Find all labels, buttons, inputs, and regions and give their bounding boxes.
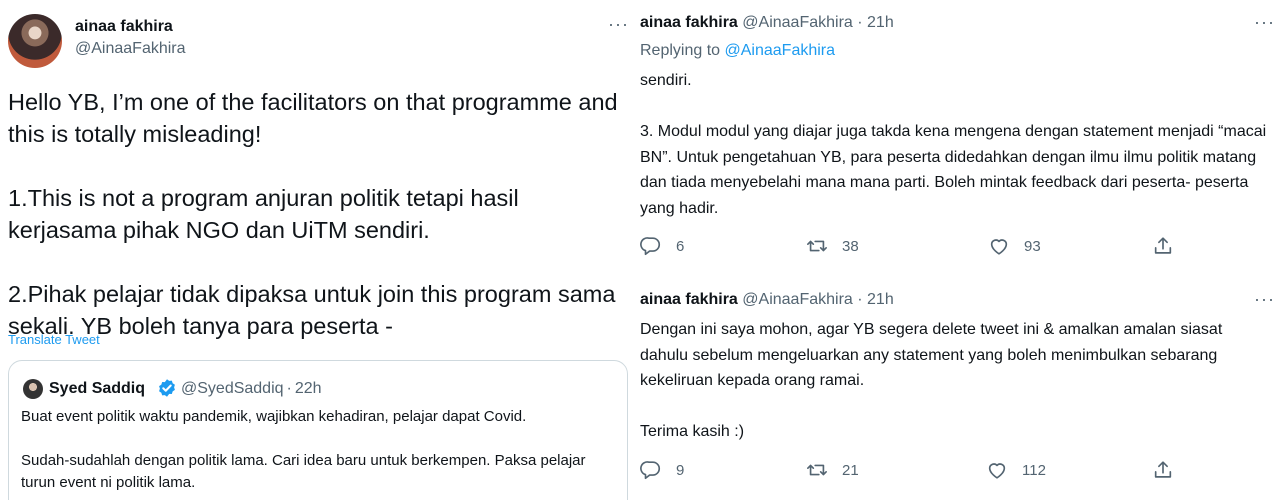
like-icon [990,239,1008,255]
author-name[interactable]: ainaa fakhira [640,291,738,308]
tweet-text: sendiri. 3. Modul modul yang diajar juga… [640,72,1267,217]
tweet-paragraph: Hello YB, I’m one of the facilitators on… [8,89,625,147]
quoted-author-handle: @SyedSaddiq [181,380,284,397]
like-button[interactable]: 93 [988,235,1041,257]
tweet-header: ainaa fakhira @AinaaFakhira · 21h [640,291,894,309]
more-icon[interactable]: ··· [1254,289,1275,310]
retweet-button[interactable]: 21 [806,459,859,481]
reply-count: 6 [676,237,685,255]
share-icon [1154,237,1172,254]
timestamp[interactable]: 21h [867,14,894,31]
left-tweet: ainaa fakhira @AinaaFakhira ··· Hello YB… [0,0,628,500]
tweet-actions: 9 21 112 [640,459,1260,483]
retweet-count: 21 [842,461,859,479]
right-thread: ainaa fakhira @AinaaFakhira · 21h ··· Re… [630,0,1280,500]
reply-count: 9 [676,461,685,479]
retweet-button[interactable]: 38 [806,235,859,257]
author-handle[interactable]: @AinaaFakhira [742,291,853,308]
retweet-icon [807,240,827,252]
share-icon [1154,461,1172,478]
avatar[interactable] [8,14,62,68]
like-count: 93 [1024,237,1041,255]
quoted-tweet[interactable]: Syed Saddiq @SyedSaddiq · 22h Buat event p… [8,360,628,500]
tweet-header: ainaa fakhira @AinaaFakhira · 21h [640,14,894,32]
translate-tweet-link[interactable]: Translate Tweet [8,332,100,347]
more-icon[interactable]: ··· [608,14,628,35]
author-handle[interactable]: @AinaaFakhira [742,14,853,31]
replying-to-link[interactable]: @AinaaFakhira [725,42,836,59]
reply-button[interactable]: 6 [640,235,684,257]
quoted-meta: @SyedSaddiq · 22h [181,380,322,398]
tweet-actions: 6 38 93 [640,235,1260,259]
tweet-paragraph: 2.Pihak pelajar tidak dipaksa untuk join… [8,281,622,339]
meta-separator: · [857,14,863,31]
share-button[interactable] [1152,235,1174,257]
replying-prefix: Replying to [640,42,725,59]
verified-badge-icon [159,379,175,397]
author-name[interactable]: ainaa fakhira [75,18,173,36]
like-count: 112 [1022,461,1046,479]
author-handle[interactable]: @AinaaFakhira [75,40,186,58]
author-name[interactable]: ainaa fakhira [640,14,738,31]
tweet-body: Hello YB, I’m one of the facilitators on… [8,86,623,342]
reply-icon [640,461,661,480]
quoted-author-name: Syed Saddiq [49,380,146,397]
like-button[interactable]: 112 [986,459,1046,481]
meta-separator: · [857,291,863,308]
meta-separator: · [286,380,292,397]
tweet-paragraph: 1.This is not a program anjuran politik … [8,185,526,243]
quoted-paragraph: Buat event politik waktu pandemik, wajib… [21,408,527,425]
share-button[interactable] [1152,459,1174,481]
tweet-text: Dengan ini saya mohon, agar YB segera de… [640,321,1223,440]
timestamp[interactable]: 21h [867,291,894,308]
reply-button[interactable]: 9 [640,459,684,481]
quoted-paragraph: Sudah-sudahlah dengan politik lama. Cari… [21,452,590,491]
retweet-icon [807,464,827,476]
quoted-avatar [23,379,43,399]
retweet-count: 38 [842,237,859,255]
more-icon[interactable]: ··· [1254,12,1275,33]
replying-to: Replying to @AinaaFakhira [640,42,835,60]
reply-icon [640,237,661,256]
like-icon [988,463,1006,479]
quoted-timestamp[interactable]: 22h [295,380,322,397]
quoted-body: Buat event politik waktu pandemik, wajib… [21,406,611,500]
